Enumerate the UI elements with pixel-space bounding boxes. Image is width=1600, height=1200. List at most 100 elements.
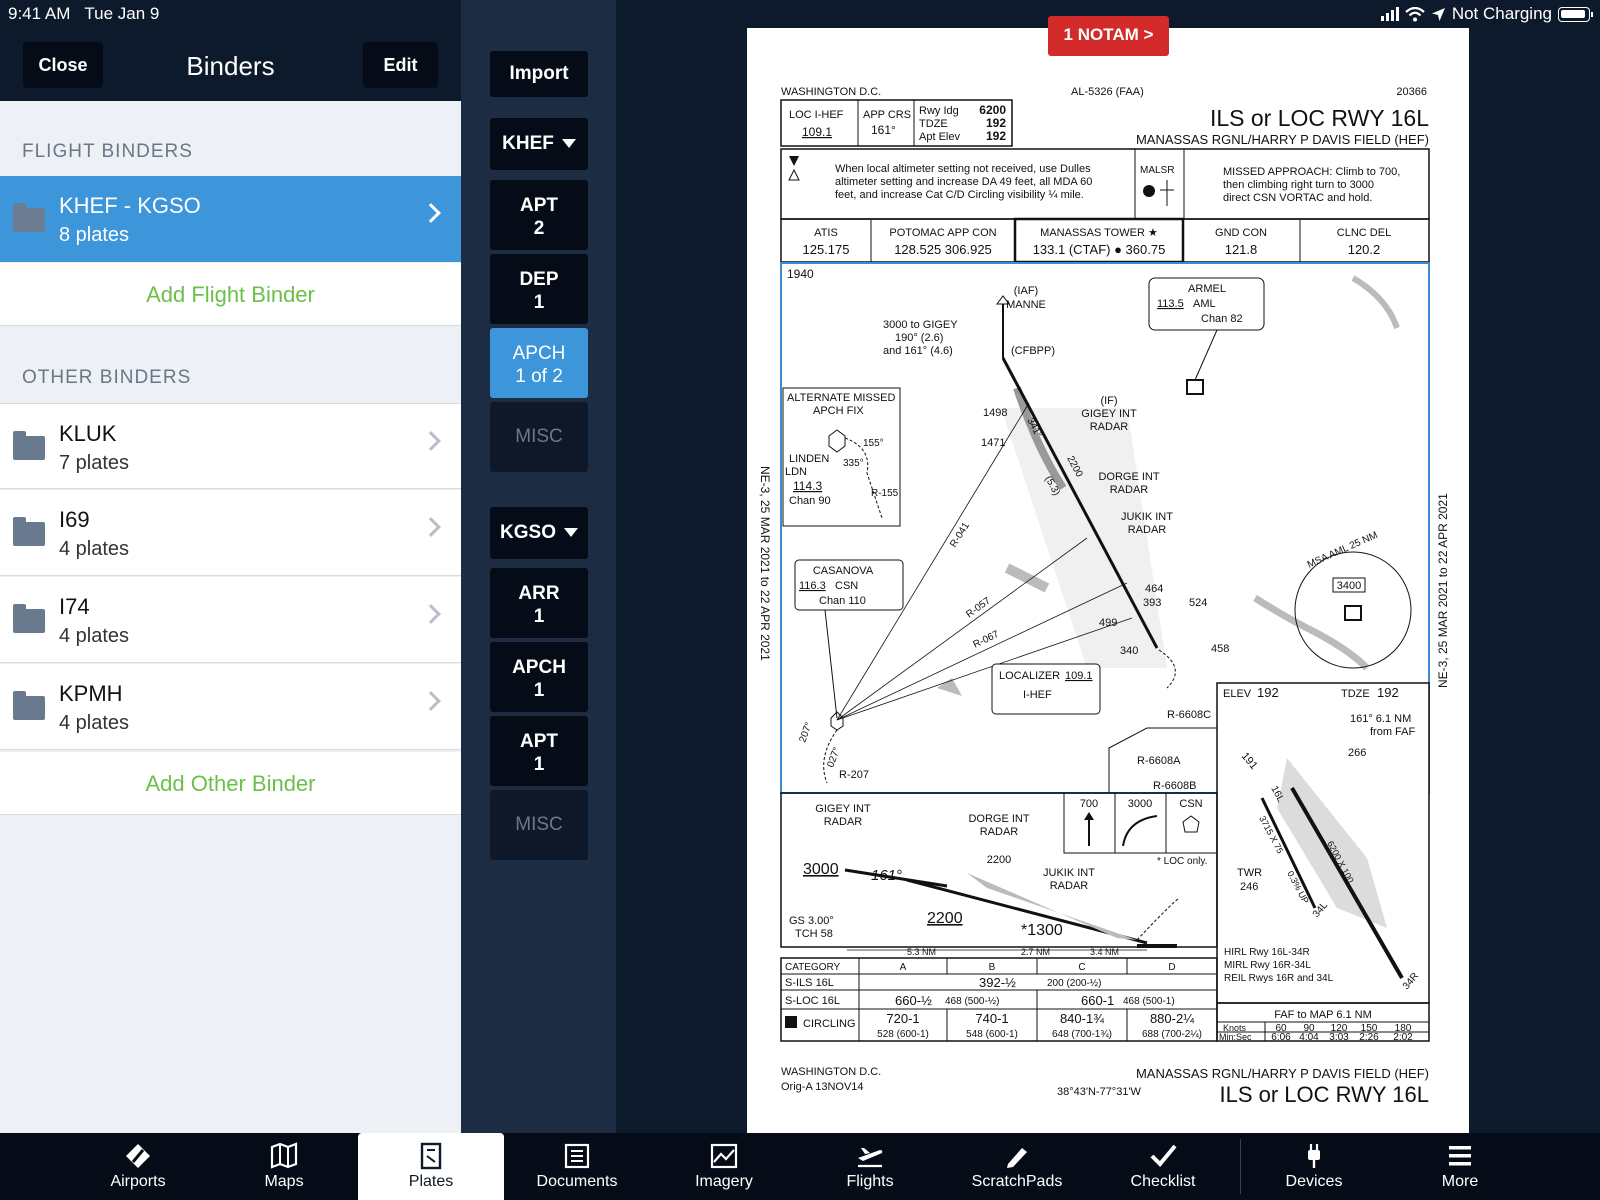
plate-category-column: Import KHEF APT 2 DEP 1 APCH 1 of 2 MISC KG… (461, 0, 616, 1133)
category-count: 2 (533, 218, 545, 239)
edit-button[interactable]: Edit (363, 42, 438, 88)
plate-note-line2: altimeter setting and increase DA 49 fee… (835, 176, 1092, 188)
tab-scratchpads[interactable]: ScratchPads (944, 1133, 1090, 1200)
tab-label: Devices (1285, 1173, 1343, 1190)
plates-icon (420, 1142, 442, 1170)
radial-041: R-041 (948, 520, 972, 549)
category-count: 1 (533, 292, 545, 313)
comm-tower-name: MANASSAS TOWER ★ (1040, 227, 1158, 239)
import-button[interactable]: Import (490, 51, 588, 97)
minima-sloc-cd-value: 660-1 (1081, 993, 1114, 1008)
minima-circling-label: CIRCLING (803, 1018, 856, 1030)
plate-note-line1: When local altimeter setting not receive… (835, 163, 1091, 175)
plate-footer-city: WASHINGTON D.C. (781, 1066, 881, 1078)
binder-item-kluk[interactable]: KLUK 7 plates (0, 403, 461, 489)
tab-imagery[interactable]: Imagery (651, 1133, 797, 1200)
add-other-binder-button[interactable]: Add Other Binder (0, 752, 461, 815)
plate-footer-airport: MANASSAS RGNL/HARRY P DAVIS FIELD (HEF) (1136, 1066, 1429, 1081)
course-155: 155° (863, 438, 884, 449)
profile-jukik-label: JUKIK INT (1043, 867, 1095, 879)
faf-map-time-60: 6:06 (1271, 1032, 1291, 1043)
category-apt[interactable]: APT 2 (490, 180, 588, 250)
elev-340: 340 (1120, 645, 1138, 657)
airport-dropdown-kgso[interactable]: KGSO (490, 507, 588, 559)
comm-clnc-freq: 120.2 (1348, 242, 1381, 257)
missed-approach-line2: then climbing right turn to 3000 (1223, 179, 1374, 191)
minima-cat-a: A (900, 962, 907, 973)
tab-devices[interactable]: Devices (1241, 1133, 1387, 1200)
binder-item-i69[interactable]: I69 4 plates (0, 490, 461, 576)
tab-maps[interactable]: Maps (211, 1133, 357, 1200)
faf-map-table: FAF to MAP 6.1 NM Knots Min:Sec 60 90 12… (1216, 1002, 1430, 1043)
more-icon (1449, 1146, 1471, 1166)
course-207: 207° (797, 721, 814, 744)
diagram-faf-line1: 161° 6.1 NM (1350, 713, 1411, 725)
msa-label: MSA AML 25 NM (1306, 530, 1380, 571)
minima-sloc-label: S-LOC 16L (785, 995, 840, 1007)
category-apch-kgso[interactable]: APCH 1 (490, 642, 588, 712)
casanova-label: CASANOVA (813, 565, 874, 577)
binder-name: KLUK (59, 421, 117, 446)
tab-label: Maps (264, 1173, 304, 1190)
profile-glideslope: GS 3.00° (789, 915, 834, 927)
linden-label: LINDEN (789, 453, 829, 465)
tab-flights[interactable]: Flights (797, 1133, 943, 1200)
comm-gnd-freq: 121.8 (1225, 242, 1258, 257)
localizer-box-freq: 109.1 (1065, 670, 1093, 682)
approach-plate[interactable]: WASHINGTON D.C. AL-5326 (FAA) 20366 ILS … (747, 28, 1469, 1133)
category-dep[interactable]: DEP 1 (490, 254, 588, 324)
plate-chart-number: 20366 (1396, 86, 1427, 98)
tab-label: Documents (536, 1173, 618, 1190)
gigey-transition-line3: and 161° (4.6) (883, 345, 953, 357)
binder-count: 4 plates (59, 625, 130, 647)
loc-label: LOC I-HEF (789, 109, 844, 121)
category-misc[interactable]: MISC (490, 402, 588, 472)
airports-icon (126, 1144, 150, 1168)
comm-atis-freq: 125.175 (803, 242, 850, 257)
diagram-tower-label: TWR (1237, 867, 1262, 879)
radial-207: R-207 (839, 769, 869, 781)
category-arr[interactable]: ARR 1 (490, 568, 588, 638)
minima-circ-b-value: 740-1 (975, 1011, 1008, 1026)
minima-sils-haa: 200 (200-½) (1047, 978, 1101, 989)
minima-sloc-cd-haa: 468 (500-1) (1123, 996, 1175, 1007)
battery-status-text: Not Charging (1451, 4, 1552, 23)
tab-checklist[interactable]: Checklist (1090, 1133, 1236, 1200)
binder-item-kpmh[interactable]: KPMH 4 plates (0, 664, 461, 750)
chart-viewer[interactable]: WASHINGTON D.C. AL-5326 (FAA) 20366 ILS … (616, 0, 1600, 1133)
category-apt-kgso[interactable]: APT 1 (490, 716, 588, 786)
profile-tch: TCH 58 (795, 928, 833, 940)
minima-category-header: CATEGORY (785, 962, 841, 973)
binder-item-i74[interactable]: I74 4 plates (0, 577, 461, 663)
battery-icon (1558, 6, 1593, 22)
add-flight-binder-button[interactable]: Add Flight Binder (0, 263, 461, 326)
comm-clnc-name: CLNC DEL (1337, 227, 1391, 239)
airport-dropdown-khef[interactable]: KHEF (490, 118, 588, 170)
minima-circ-a-haa: 528 (600-1) (877, 1029, 929, 1040)
tab-plates[interactable]: Plates (358, 1133, 504, 1200)
binder-item-khef-kgso[interactable]: KHEF - KGSO 8 plates (0, 176, 461, 262)
airport-dropdown-label: KGSO (500, 522, 556, 543)
alt-missed-label: ALTERNATE MISSED (787, 392, 895, 404)
tab-airports[interactable]: Airports (65, 1133, 211, 1200)
category-misc-kgso[interactable]: MISC (490, 790, 588, 860)
tdze-label: TDZE (919, 118, 948, 130)
elev-1498: 1498 (983, 407, 1007, 419)
minima-sloc-ab-haa: 468 (500-½) (945, 996, 999, 1007)
localizer-box-id: I-HEF (1023, 689, 1052, 701)
tdze-value: 192 (986, 116, 1006, 130)
chevron-right-icon (421, 203, 441, 223)
profile-dorge-label: DORGE INT (968, 813, 1029, 825)
profile-dist-5-3: 5.3 NM (907, 947, 936, 957)
tab-label: Checklist (1130, 1173, 1196, 1190)
tab-documents[interactable]: Documents (504, 1133, 650, 1200)
category-count: 1 (533, 606, 545, 627)
category-apch[interactable]: APCH 1 of 2 (490, 328, 588, 398)
plate-airport-name: MANASSAS RGNL/HARRY P DAVIS FIELD (HEF) (1136, 132, 1429, 147)
course-027: 027° (825, 746, 842, 769)
binders-panel: Close Binders Edit FLIGHT BINDERS KHEF -… (0, 0, 461, 1133)
tab-more[interactable]: More (1387, 1133, 1533, 1200)
binder-count: 4 plates (59, 712, 130, 734)
chevron-right-icon (421, 604, 441, 624)
plate-footer-title: ILS or LOC RWY 16L (1219, 1082, 1429, 1107)
